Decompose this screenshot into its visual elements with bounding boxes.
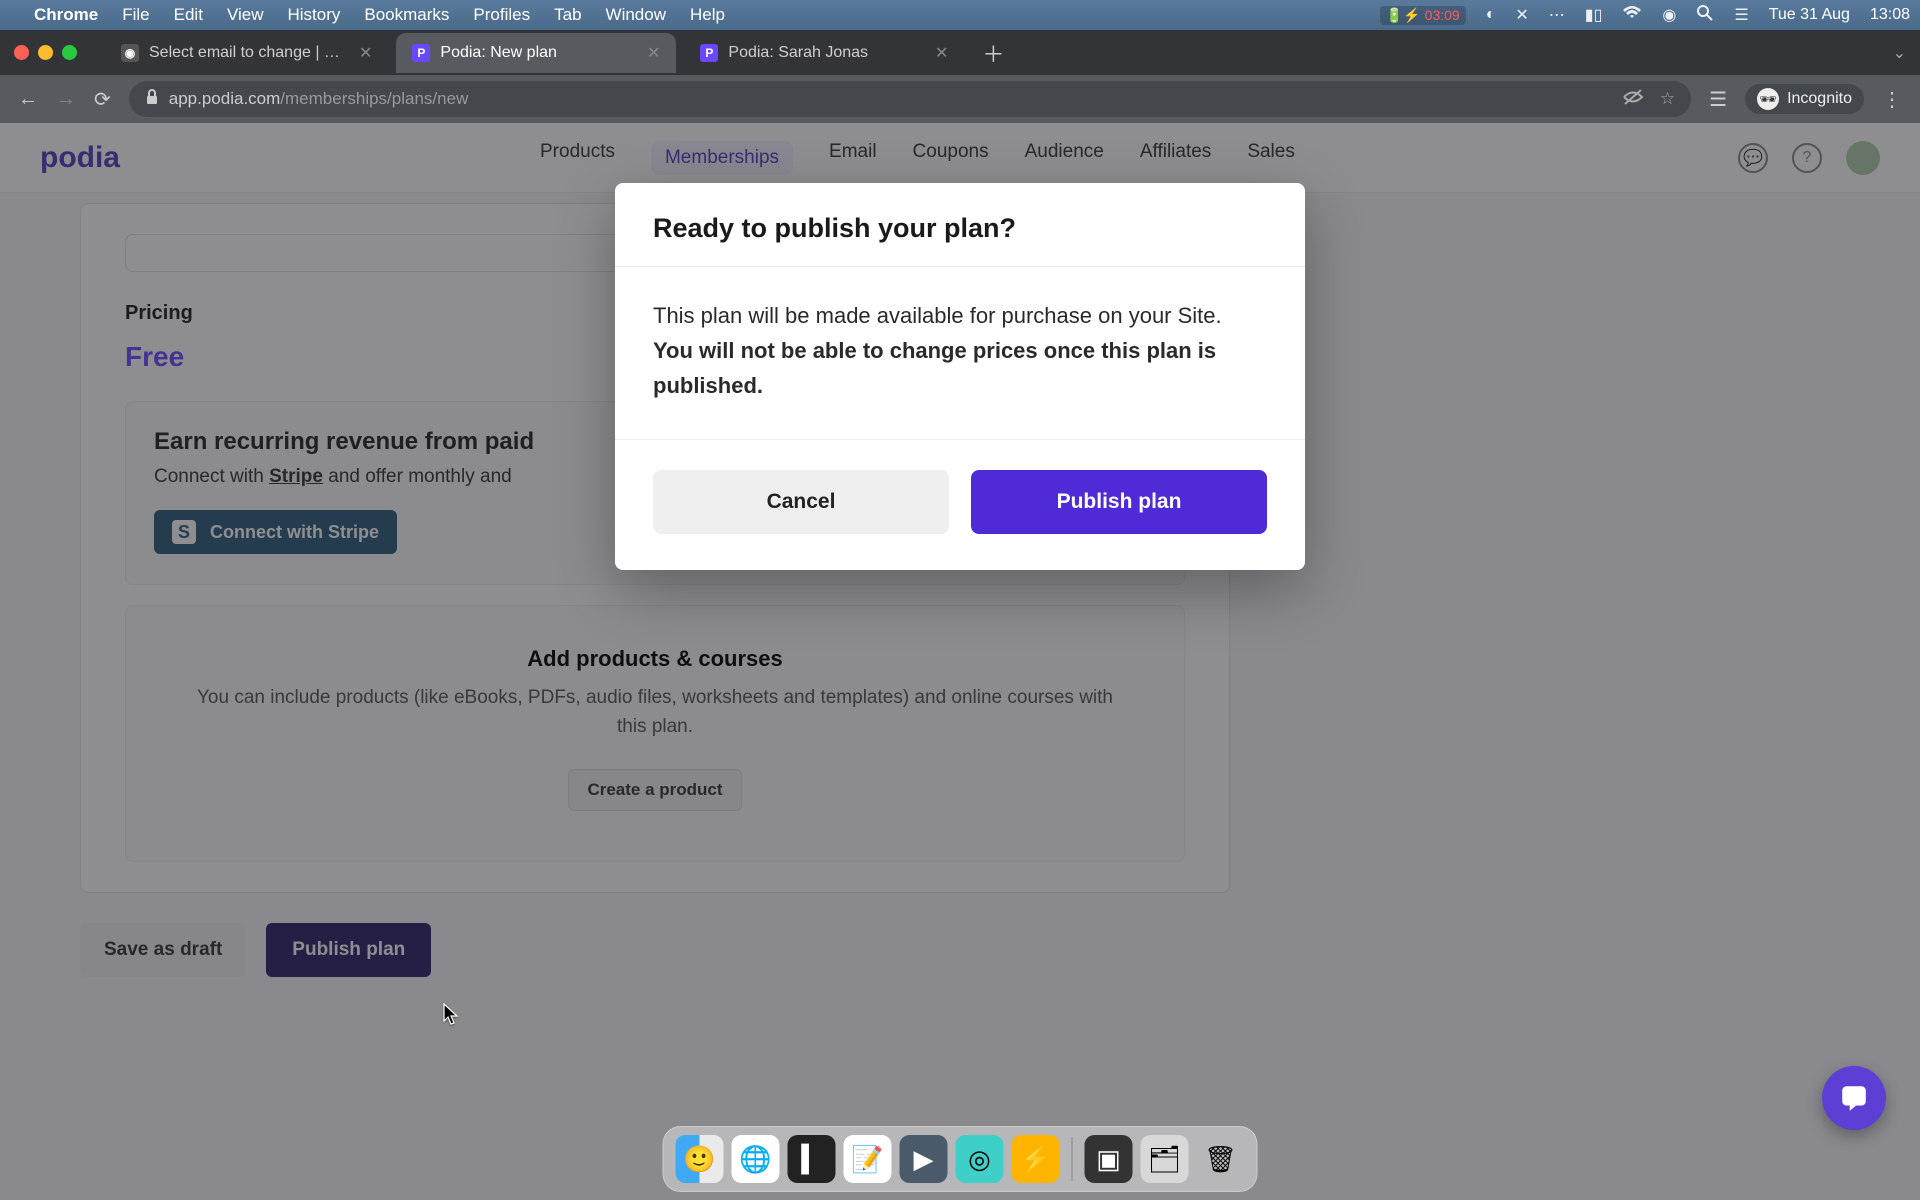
- tab-overflow-icon[interactable]: ⌄: [1893, 43, 1906, 63]
- menu-tab[interactable]: Tab: [554, 5, 581, 25]
- tab-favicon-icon: P: [700, 44, 718, 62]
- close-window-button[interactable]: [14, 45, 29, 60]
- incognito-badge[interactable]: 🕶 Incognito: [1745, 84, 1864, 114]
- menubar-app[interactable]: Chrome: [34, 5, 98, 25]
- menu-view[interactable]: View: [227, 5, 264, 25]
- address-field[interactable]: app.podia.com/memberships/plans/new ☆: [129, 81, 1691, 117]
- menu-history[interactable]: History: [287, 5, 340, 25]
- dock-chrome-icon[interactable]: 🌐: [732, 1135, 780, 1183]
- dock-trash-icon[interactable]: 🗑: [1197, 1135, 1245, 1183]
- dock-folder-icon[interactable]: ▣: [1085, 1135, 1133, 1183]
- macos-menubar: Chrome File Edit View History Bookmarks …: [0, 0, 1920, 30]
- siri-icon[interactable]: ☰: [1734, 5, 1748, 25]
- menubar-time[interactable]: 13:08: [1870, 6, 1910, 24]
- dock-separator: [1072, 1137, 1073, 1181]
- dock-terminal-icon[interactable]: ▍: [788, 1135, 836, 1183]
- menubar-date[interactable]: Tue 31 Aug: [1769, 6, 1850, 24]
- status-icon[interactable]: ✕: [1515, 5, 1528, 25]
- dock-notes-icon[interactable]: 📝: [844, 1135, 892, 1183]
- wifi-icon[interactable]: [1622, 6, 1642, 25]
- modal-title: Ready to publish your plan?: [653, 213, 1267, 244]
- chat-bubble-icon: [1839, 1083, 1869, 1113]
- incognito-icon: 🕶: [1757, 88, 1779, 110]
- back-button[interactable]: ←: [18, 88, 38, 111]
- dock-app-icon[interactable]: ⚡: [1012, 1135, 1060, 1183]
- modal-body: This plan will be made available for pur…: [615, 267, 1305, 440]
- status-icon[interactable]: ◐: [1486, 6, 1496, 24]
- tab-favicon-icon: ◉: [121, 44, 139, 62]
- tab-title: Podia: Sarah Jonas: [728, 44, 868, 62]
- new-tab-button[interactable]: ＋: [982, 37, 1004, 69]
- battery-low-indicator[interactable]: 🔋⚡03:09: [1380, 6, 1466, 25]
- dock-finder-icon[interactable]: 🙂: [676, 1135, 724, 1183]
- menu-file[interactable]: File: [122, 5, 149, 25]
- menu-edit[interactable]: Edit: [174, 5, 203, 25]
- eye-off-icon[interactable]: [1622, 88, 1644, 111]
- browser-menu-button[interactable]: ⋮: [1882, 87, 1902, 112]
- cancel-button[interactable]: Cancel: [653, 470, 949, 534]
- tab-title: Podia: New plan: [440, 44, 557, 62]
- url-bar: ← → ⟳ app.podia.com/memberships/plans/ne…: [0, 75, 1920, 123]
- tab-bar: ◉ Select email to change | Django ✕ P Po…: [0, 30, 1920, 75]
- confirm-publish-button[interactable]: Publish plan: [971, 470, 1267, 534]
- control-center-icon[interactable]: ◉: [1662, 5, 1676, 25]
- menu-window[interactable]: Window: [606, 5, 666, 25]
- tab-close-icon[interactable]: ✕: [359, 43, 372, 63]
- menu-profiles[interactable]: Profiles: [473, 5, 530, 25]
- dock: 🙂 🌐 ▍ 📝 ▶ ◎ ⚡ ▣ 🗂 🗑: [663, 1126, 1258, 1192]
- browser-window: ◉ Select email to change | Django ✕ P Po…: [0, 30, 1920, 1200]
- dock-folder-icon[interactable]: 🗂: [1141, 1135, 1189, 1183]
- url-text: app.podia.com/memberships/plans/new: [169, 89, 469, 109]
- tab-close-icon[interactable]: ✕: [647, 43, 660, 63]
- dock-quicktime-icon[interactable]: ▶: [900, 1135, 948, 1183]
- forward-button[interactable]: →: [56, 88, 76, 111]
- tab-close-icon[interactable]: ✕: [935, 43, 948, 63]
- menu-bookmarks[interactable]: Bookmarks: [364, 5, 449, 25]
- page-viewport: podia Products Memberships Email Coupons…: [0, 123, 1920, 1200]
- reader-icon[interactable]: ☰: [1709, 87, 1727, 112]
- browser-tab[interactable]: ◉ Select email to change | Django ✕: [105, 33, 388, 73]
- tab-title: Select email to change | Django: [149, 44, 349, 62]
- intercom-launcher[interactable]: [1822, 1066, 1886, 1130]
- menu-help[interactable]: Help: [690, 5, 725, 25]
- battery-icon[interactable]: ▮▯: [1585, 5, 1603, 25]
- lock-icon: [145, 89, 159, 110]
- browser-tab-active[interactable]: P Podia: New plan ✕: [396, 33, 676, 73]
- star-icon[interactable]: ☆: [1660, 89, 1675, 109]
- spotlight-icon[interactable]: [1696, 4, 1714, 27]
- minimize-window-button[interactable]: [38, 45, 53, 60]
- maximize-window-button[interactable]: [62, 45, 77, 60]
- reload-button[interactable]: ⟳: [94, 87, 111, 112]
- publish-confirm-modal: Ready to publish your plan? This plan wi…: [615, 183, 1305, 570]
- modal-overlay[interactable]: Ready to publish your plan? This plan wi…: [0, 123, 1920, 1200]
- tab-favicon-icon: P: [412, 44, 430, 62]
- dock-app-icon[interactable]: ◎: [956, 1135, 1004, 1183]
- browser-tab[interactable]: P Podia: Sarah Jonas ✕: [684, 33, 964, 73]
- status-icon[interactable]: ⋯: [1549, 5, 1565, 25]
